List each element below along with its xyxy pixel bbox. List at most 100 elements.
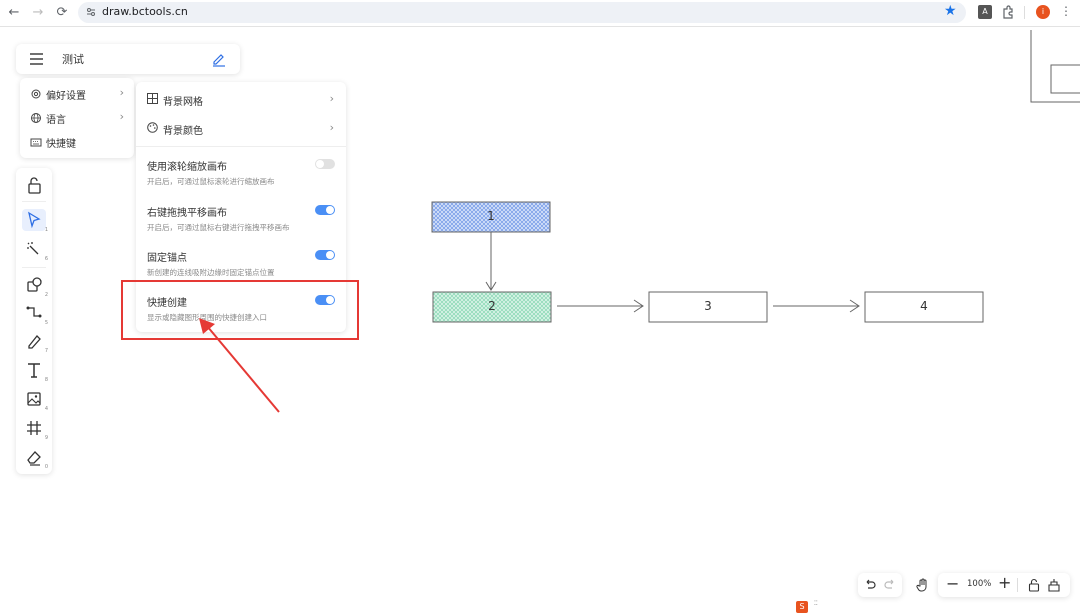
chevron-right-icon: ›: [119, 86, 124, 99]
right-drag-pan-toggle[interactable]: [315, 205, 335, 215]
eraser-tool[interactable]: 0: [22, 446, 48, 470]
setting-fixed-anchor: 固定锚点 新创建的连线吸附边缘时固定锚点位置: [136, 245, 346, 285]
setting-title: 使用滚轮缩放画布: [147, 162, 227, 173]
undo-icon[interactable]: [862, 577, 878, 593]
zoom-bar: − 100% +: [938, 573, 1070, 597]
tool-shortcut: 5: [44, 320, 48, 326]
menu-item-language[interactable]: 语言 ›: [20, 107, 134, 129]
keyboard-icon: [30, 138, 42, 147]
setting-wheel-zoom: 使用滚轮缩放画布 开启后，可通过鼠标滚轮进行缩放画布: [136, 154, 346, 194]
diagram-node-2[interactable]: 2: [433, 292, 551, 322]
translate-icon[interactable]: A: [978, 5, 992, 19]
zoom-divider: [1017, 578, 1018, 592]
lock-icon[interactable]: [22, 175, 46, 197]
arrowhead: [485, 281, 497, 291]
tool-shortcut: 9: [44, 435, 48, 441]
setting-title: 固定锚点: [147, 253, 187, 264]
submenu-item-background-color[interactable]: 背景颜色 ›: [136, 117, 346, 139]
redo-icon[interactable]: [882, 577, 898, 593]
submenu-item-label: 背景颜色: [163, 126, 203, 137]
browser-menu-icon[interactable]: ⋮: [1060, 4, 1072, 18]
tool-shortcut: 8: [44, 377, 48, 383]
setting-right-drag-pan: 右键拖拽平移画布 开启后，可通过鼠标右键进行拖拽平移画布: [136, 200, 346, 240]
edit-pencil-icon[interactable]: [212, 51, 226, 67]
reload-icon[interactable]: ⟳: [52, 3, 72, 23]
clear-canvas-icon[interactable]: [1046, 577, 1062, 593]
offscreen-shape-outline: [1030, 30, 1080, 103]
profile-avatar[interactable]: i: [1036, 5, 1050, 19]
arrowhead: [849, 299, 860, 313]
menu-item-label: 偏好设置: [46, 91, 86, 102]
tool-shortcut: 4: [44, 406, 48, 412]
chevron-right-icon: ›: [119, 110, 124, 123]
submenu-item-label: 背景网格: [163, 97, 203, 108]
connector-tool[interactable]: 5: [22, 302, 48, 326]
diagram-node-3[interactable]: 3: [649, 292, 767, 322]
shape-icon: [27, 277, 42, 292]
menu-item-shortcuts[interactable]: 快捷键: [20, 131, 134, 153]
annotation-arrow: [199, 318, 280, 413]
zoom-level[interactable]: 100%: [967, 579, 991, 589]
address-bar[interactable]: draw.bctools.cn ★: [78, 2, 966, 23]
bookmark-star-icon[interactable]: ★: [944, 3, 957, 19]
grid-icon: [147, 93, 158, 104]
diagram-node-1[interactable]: 1: [432, 202, 550, 232]
file-title[interactable]: 测试: [62, 51, 84, 67]
arrowhead: [633, 299, 644, 313]
hand-pan-icon[interactable]: [915, 577, 931, 593]
image-tool[interactable]: 4: [22, 388, 48, 412]
tool-shortcut: 7: [44, 348, 48, 354]
connector-icon: [26, 306, 42, 318]
pen-icon: [28, 335, 41, 349]
submenu-divider: [136, 146, 346, 147]
setting-description: 开启后，可通过鼠标右键进行拖拽平移画布: [147, 223, 290, 232]
frame-icon: [27, 421, 41, 435]
app-logo-icon: S: [796, 601, 808, 613]
lock-icon[interactable]: [1026, 577, 1042, 593]
wheel-zoom-toggle[interactable]: [315, 159, 335, 169]
extensions-icon[interactable]: [1001, 5, 1015, 19]
shape-tool[interactable]: 2: [22, 274, 48, 298]
text-tool[interactable]: 8: [22, 359, 48, 383]
diagram-node-4[interactable]: 4: [865, 292, 983, 322]
zoom-in-icon[interactable]: +: [998, 573, 1011, 592]
globe-icon: [31, 113, 41, 123]
tray-icon: ⁚⁚: [814, 600, 818, 607]
gear-icon: [31, 89, 41, 99]
tool-shortcut: 6: [44, 256, 48, 262]
zoom-out-icon[interactable]: −: [946, 574, 959, 593]
file-title-panel: 测试: [16, 44, 240, 74]
submenu-item-background-grid[interactable]: 背景网格 ›: [136, 88, 346, 110]
site-info-icon[interactable]: [86, 7, 96, 17]
eraser-icon: [27, 451, 41, 466]
magic-select-icon: [27, 242, 39, 255]
select-tool[interactable]: 1: [22, 209, 48, 233]
image-icon: [27, 392, 41, 406]
tool-shortcut: 2: [44, 292, 48, 298]
fixed-anchor-toggle[interactable]: [315, 250, 335, 260]
chevron-right-icon: ›: [329, 92, 334, 105]
setting-title: 右键拖拽平移画布: [147, 208, 227, 219]
main-menu: 偏好设置 › 语言 › 快捷键: [20, 78, 134, 158]
toolbar-divider: [1024, 6, 1025, 19]
tool-shortcut: 0: [44, 464, 48, 470]
magic-select-tool[interactable]: 6: [22, 238, 48, 262]
tool-divider: [22, 201, 46, 202]
menu-item-label: 语言: [46, 115, 66, 126]
text-icon: [28, 363, 40, 378]
palette-icon: [147, 122, 158, 133]
back-icon[interactable]: ←: [4, 3, 24, 23]
offscreen-shape: [1050, 64, 1080, 94]
tool-palette: 1 6 2 5 7 8 4 9 0: [16, 168, 52, 474]
menu-item-preferences[interactable]: 偏好设置 ›: [20, 83, 134, 105]
setting-description: 开启后，可通过鼠标滚轮进行缩放画布: [147, 177, 275, 186]
hamburger-menu-icon[interactable]: [30, 53, 43, 65]
forward-icon[interactable]: →: [28, 3, 48, 23]
menu-item-label: 快捷键: [46, 139, 76, 150]
pen-tool[interactable]: 7: [22, 330, 48, 354]
frame-tool[interactable]: 9: [22, 417, 48, 441]
browser-toolbar: ← → ⟳ draw.bctools.cn ★ A i ⋮: [0, 0, 1080, 27]
setting-description: 新创建的连线吸附边缘时固定锚点位置: [147, 268, 275, 277]
url-text: draw.bctools.cn: [102, 5, 188, 18]
undo-redo-bar: [858, 573, 902, 597]
